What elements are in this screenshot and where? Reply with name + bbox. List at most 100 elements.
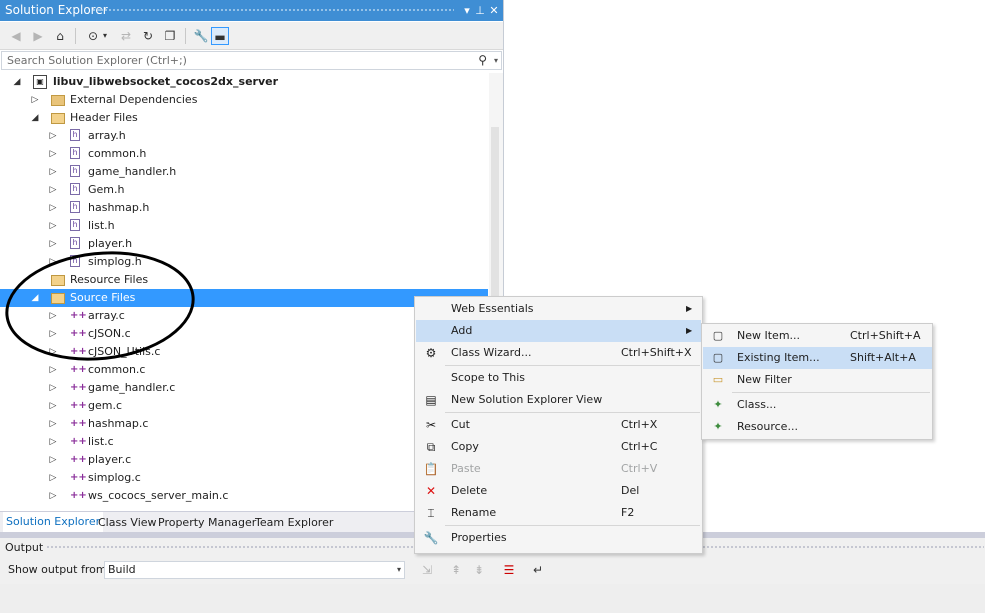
tree-item[interactable]: ▷ h player.h [0, 235, 488, 253]
menu-item-properties[interactable]: 🔧 Properties [416, 527, 701, 549]
menu-item-copy[interactable]: ⧉ Copy Ctrl+C [416, 436, 701, 458]
expand-arrow-icon[interactable]: ▷ [48, 361, 58, 379]
context-menu: Web Essentials ▶ Add ▶ ⚙ Class Wizard... Ctrl+… [414, 296, 703, 554]
rename-icon: ⌶ [427, 506, 435, 520]
expand-arrow-icon[interactable]: ▷ [48, 379, 58, 397]
expand-arrow-icon[interactable]: ▷ [48, 487, 58, 505]
tab-team-explorer[interactable]: Team Explorer [255, 515, 333, 530]
menu-item-add[interactable]: Add ▶ [416, 320, 701, 342]
new-filter-icon: ▭ [712, 373, 724, 386]
c-source-file-icon: ++ [70, 490, 87, 501]
menu-item-label: Delete [451, 484, 488, 497]
menu-item-label: Cut [451, 418, 470, 431]
menu-separator [445, 365, 700, 366]
menu-separator [445, 412, 700, 413]
tree-item-label: common.c [88, 363, 146, 376]
expand-arrow-icon[interactable]: ▷ [48, 145, 58, 163]
tab-class-view[interactable]: Class View [98, 515, 157, 530]
show-output-from-value: Build [108, 563, 136, 576]
tree-item-label: External Dependencies [70, 93, 198, 106]
menu-item-delete[interactable]: ✕ Delete Del [416, 480, 701, 502]
tree-item[interactable]: ▷ h list.h [0, 217, 488, 235]
tree-item-label: Header Files [70, 111, 138, 124]
tree-item-label: simplog.c [88, 471, 141, 484]
expand-arrow-icon[interactable]: ▷ [48, 433, 58, 451]
collapse-arrow-icon[interactable]: ◢ [30, 109, 40, 127]
menu-item-class-wizard[interactable]: ⚙ Class Wizard... Ctrl+Shift+X [416, 342, 701, 364]
toolbar-separator [75, 28, 76, 44]
menu-item-scope-to-this[interactable]: Scope to This [416, 367, 701, 389]
show-output-from-select[interactable]: Build ▾ [104, 561, 405, 579]
c-source-file-icon: ++ [70, 454, 87, 465]
menu-item-cut[interactable]: ✂ Cut Ctrl+X [416, 414, 701, 436]
tree-item[interactable]: ◢ Header Files [0, 109, 488, 127]
menu-item-shortcut: Ctrl+C [621, 440, 658, 453]
expand-arrow-icon[interactable]: ▷ [30, 91, 40, 109]
tree-item-label: player.c [88, 453, 132, 466]
menu-item-resource[interactable]: ✦ Resource... [703, 416, 932, 438]
expand-arrow-icon[interactable]: ▷ [48, 127, 58, 145]
tree-item[interactable]: ▷ External Dependencies [0, 91, 488, 109]
tree-item[interactable]: ◢ ▣ libuv_libwebsocket_cocos2dx_server [0, 73, 488, 91]
collapse-arrow-icon[interactable]: ◢ [12, 73, 22, 91]
expand-arrow-icon[interactable]: ▷ [48, 415, 58, 433]
menu-item-shortcut: F2 [621, 506, 635, 519]
tree-item[interactable]: ▷ h Gem.h [0, 181, 488, 199]
header-file-icon: h [70, 201, 80, 213]
menu-item-new-item[interactable]: ▢ New Item... Ctrl+Shift+A [703, 325, 932, 347]
menu-item-label: Resource... [737, 420, 798, 433]
properties-wrench-icon[interactable]: 🔧 [192, 27, 210, 45]
filter-dropdown-icon[interactable]: ▾ [100, 27, 110, 45]
tree-item-label: Gem.h [88, 183, 125, 196]
forward-icon[interactable]: ▶ [29, 27, 47, 45]
tree-item[interactable]: ▷ h hashmap.h [0, 199, 488, 217]
tab-solution-explorer[interactable]: Solution Explorer [3, 512, 104, 532]
search-icon[interactable]: ⚲ [478, 52, 487, 69]
search-options-dropdown-icon[interactable]: ▾ [494, 52, 498, 69]
submenu-arrow-icon: ▶ [686, 326, 693, 335]
home-icon[interactable]: ⌂ [51, 27, 69, 45]
toggle-word-wrap-icon[interactable]: ↵ [529, 561, 547, 579]
menu-item-existing-item[interactable]: ▢ Existing Item... Shift+Alt+A [703, 347, 932, 369]
collapse-all-icon[interactable]: ❐ [161, 27, 179, 45]
expand-arrow-icon[interactable]: ▷ [48, 397, 58, 415]
tree-item-label: array.h [88, 129, 126, 142]
menu-separator [732, 392, 930, 393]
menu-item-label: Class Wizard... [451, 346, 532, 359]
find-message-in-code-icon[interactable]: ⇲ [418, 561, 436, 579]
expand-arrow-icon[interactable]: ▷ [48, 235, 58, 253]
menu-item-shortcut: Shift+Alt+A [850, 351, 916, 364]
menu-item-new-solution-explorer-view[interactable]: ▤ New Solution Explorer View [416, 389, 701, 411]
titlebar-grip[interactable] [92, 8, 454, 13]
preview-selected-items-icon[interactable]: ▬ [211, 27, 229, 45]
sync-with-active-document-icon[interactable]: ⇄ [117, 27, 135, 45]
expand-arrow-icon[interactable]: ▷ [48, 163, 58, 181]
refresh-icon[interactable]: ↻ [139, 27, 157, 45]
tree-item[interactable]: ▷ h common.h [0, 145, 488, 163]
go-to-previous-message-icon[interactable]: ⇞ [447, 561, 465, 579]
clear-all-icon[interactable]: ☰ [500, 561, 518, 579]
close-icon[interactable]: ✕ [486, 3, 502, 19]
search-input[interactable]: Search Solution Explorer (Ctrl+;) ⚲ ▾ [1, 51, 502, 70]
output-title: Output [5, 541, 44, 554]
back-icon[interactable]: ◀ [7, 27, 25, 45]
expand-arrow-icon[interactable]: ▷ [48, 217, 58, 235]
go-to-next-message-icon[interactable]: ⇟ [470, 561, 488, 579]
menu-item-shortcut: Ctrl+V [621, 462, 658, 475]
menu-item-web-essentials[interactable]: Web Essentials ▶ [416, 298, 701, 320]
chevron-down-icon[interactable]: ▾ [397, 562, 401, 578]
header-file-icon: h [70, 237, 80, 249]
menu-item-class[interactable]: ✦ Class... [703, 394, 932, 416]
menu-item-rename[interactable]: ⌶ Rename F2 [416, 502, 701, 524]
tab-property-manager[interactable]: Property Manager [158, 515, 256, 530]
header-file-icon: h [70, 165, 80, 177]
tree-item[interactable]: ▷ h array.h [0, 127, 488, 145]
c-source-file-icon: ++ [70, 436, 87, 447]
expand-arrow-icon[interactable]: ▷ [48, 451, 58, 469]
expand-arrow-icon[interactable]: ▷ [48, 181, 58, 199]
expand-arrow-icon[interactable]: ▷ [48, 469, 58, 487]
tree-item-label: common.h [88, 147, 147, 160]
tree-item[interactable]: ▷ h game_handler.h [0, 163, 488, 181]
menu-item-new-filter[interactable]: ▭ New Filter [703, 369, 932, 391]
expand-arrow-icon[interactable]: ▷ [48, 199, 58, 217]
